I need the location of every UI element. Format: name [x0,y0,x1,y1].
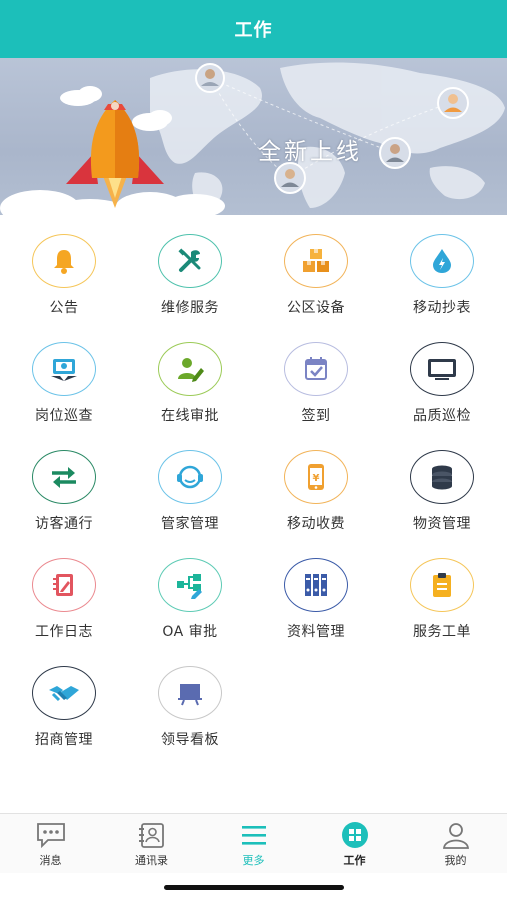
banner-illustration [0,62,505,215]
monitor-camera-icon [32,342,96,396]
headset-icon [158,450,222,504]
exchange-arrows-icon [32,450,96,504]
grid-item-check-in[interactable]: 签到 [253,342,379,442]
tab-label: 我的 [444,854,467,867]
clipboard-icon [410,558,474,612]
grid-item-materials[interactable]: 物资管理 [379,450,505,550]
grid-item-label: 管家管理 [161,516,219,532]
monitor-icon [410,342,474,396]
database-icon [410,450,474,504]
tab-messages[interactable]: 消息 [0,814,101,874]
menu-icon [239,820,269,850]
grid-item-label: 资料管理 [287,624,345,640]
bell-icon [32,234,96,288]
boxes-icon [284,234,348,288]
grid-icon [340,820,370,850]
tab-work[interactable]: 工作 [304,814,405,874]
home-indicator[interactable] [164,885,344,890]
grid-item-visitor-pass[interactable]: 访客通行 [1,450,127,550]
calendar-check-icon [284,342,348,396]
grid-item-post-patrol[interactable]: 岗位巡查 [1,342,127,442]
contacts-icon [137,820,167,850]
grid-item-label: 岗位巡查 [35,408,93,424]
tab-label: 工作 [343,854,366,867]
grid-item-label: 维修服务 [161,300,219,316]
tools-icon [158,234,222,288]
grid-item-label: 公告 [49,300,79,316]
tab-label: 消息 [39,854,62,867]
phone-payment-icon: ¥ [284,450,348,504]
banner-headline: 全新上线 [258,139,362,165]
page-title: 工作 [234,20,273,41]
grid-item-investment[interactable]: 招商管理 [1,666,127,766]
grid-item-oa-approval[interactable]: OA 审批 [127,558,253,658]
tab-contacts[interactable]: 通讯录 [101,814,202,874]
grid-item-quality-inspection[interactable]: 品质巡检 [379,342,505,442]
grid-item-announcement[interactable]: 公告 [1,234,127,334]
grid-item-mobile-payment[interactable]: ¥ 移动收费 [253,450,379,550]
tab-label: 更多 [242,854,265,867]
flowchart-icon [158,558,222,612]
tab-more[interactable]: 更多 [203,814,304,874]
grid-item-label: 领导看板 [161,732,219,748]
user-edit-icon [158,342,222,396]
grid-item-label: 服务工单 [413,624,471,640]
board-icon [158,666,222,720]
grid-item-work-log[interactable]: 工作日志 [1,558,127,658]
water-drop-icon [410,234,474,288]
grid-item-meter-reading[interactable]: 移动抄表 [379,234,505,334]
grid-item-label: 签到 [301,408,331,424]
grid-item-label: 在线审批 [161,408,219,424]
grid-item-label: 移动收费 [287,516,345,532]
grid-item-service-ticket[interactable]: 服务工单 [379,558,505,658]
handshake-icon [32,666,96,720]
grid-item-label: 品质巡检 [413,408,471,424]
binders-icon [284,558,348,612]
grid-item-leader-dashboard[interactable]: 领导看板 [127,666,253,766]
grid-item-label: 移动抄表 [413,300,471,316]
user-icon [441,820,471,850]
grid-item-repair-service[interactable]: 维修服务 [127,234,253,334]
tab-me[interactable]: 我的 [405,814,506,874]
banner[interactable]: 全新上线 [0,58,507,215]
grid-item-butler-management[interactable]: 管家管理 [127,450,253,550]
bottom-tab-bar: 消息 通讯录 更多 工作 我的 [0,813,507,873]
grid-item-public-equipment[interactable]: 公区设备 [253,234,379,334]
grid-item-label: 物资管理 [413,516,471,532]
tab-label: 通讯录 [135,854,168,867]
grid-item-online-approval[interactable]: 在线审批 [127,342,253,442]
grid-item-document-management[interactable]: 资料管理 [253,558,379,658]
svg-text:¥: ¥ [313,473,320,484]
grid-item-label: 招商管理 [35,732,93,748]
grid-item-label: 公区设备 [287,300,345,316]
message-icon [35,820,67,850]
grid-item-label: 访客通行 [35,516,93,532]
app-header: 工作 [0,0,507,58]
grid-item-label: OA 审批 [162,624,218,640]
grid-item-label: 工作日志 [35,624,93,640]
notebook-icon [32,558,96,612]
